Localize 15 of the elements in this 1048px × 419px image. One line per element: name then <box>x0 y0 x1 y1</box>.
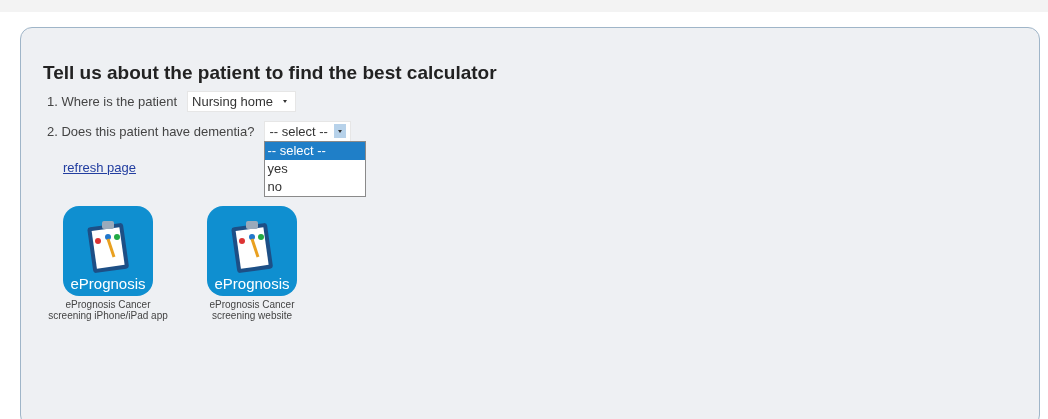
page-heading: Tell us about the patient to find the best calculator <box>43 62 498 84</box>
app-logo-text: ePrognosis <box>70 275 146 292</box>
question-label: 1. Where is the patient <box>46 93 178 109</box>
app-icon[interactable]: ePrognosis <box>207 206 297 296</box>
dropdown[interactable]: Nursing home <box>187 90 296 112</box>
caret-icon <box>333 124 346 138</box>
dropdown-option[interactable]: yes <box>265 159 366 178</box>
refresh-page-link[interactable]: refresh page <box>63 160 136 175</box>
app-icon[interactable]: ePrognosis <box>63 206 153 296</box>
app-caption: ePrognosis Cancer screening website <box>208 299 296 321</box>
dropdown-option[interactable]: no <box>265 177 366 196</box>
app-logo-text: ePrognosis <box>214 275 290 292</box>
dropdown-option[interactable]: -- select -- <box>265 141 366 160</box>
question-label: 2. Does this patient have dementia? <box>46 123 255 139</box>
app-caption: ePrognosis Cancer screening iPhone/iPad app <box>47 299 169 321</box>
